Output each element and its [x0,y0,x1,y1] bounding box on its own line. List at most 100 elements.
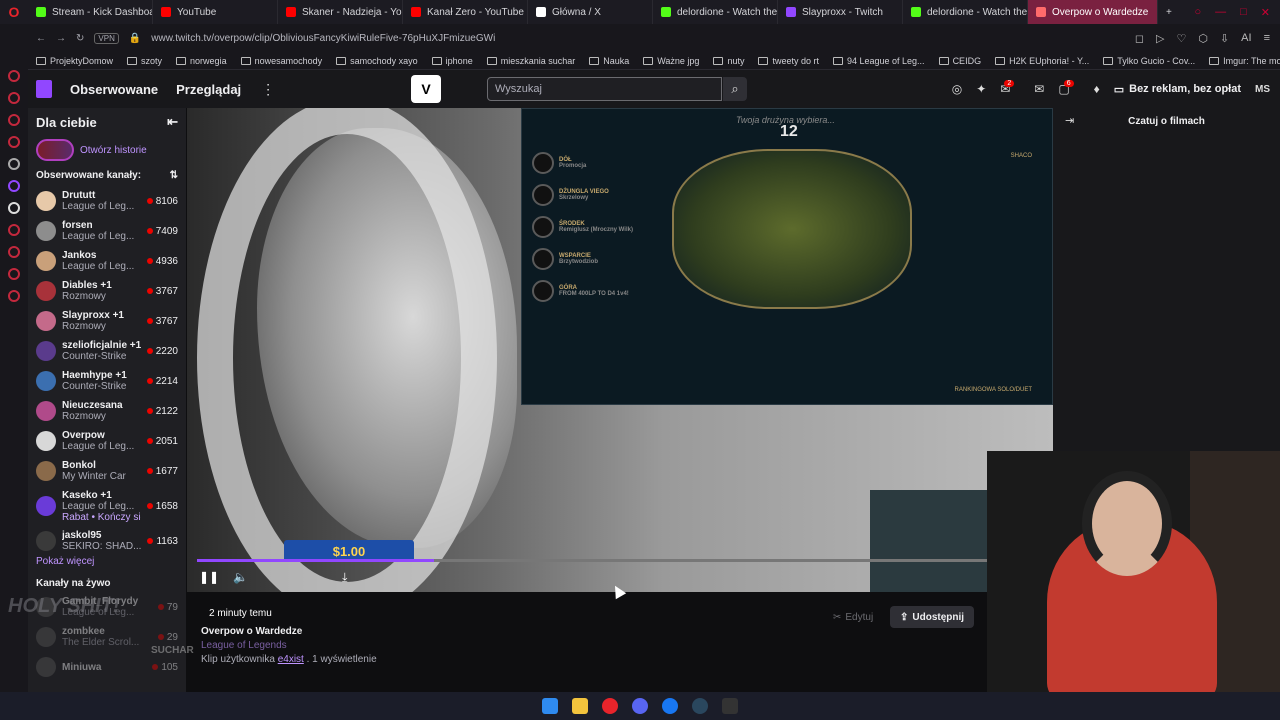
opera-taskbar-icon[interactable] [602,698,618,714]
reload-icon[interactable]: ↻ [76,33,84,44]
browser-tab[interactable]: Overpow o Wardedze [1028,0,1158,24]
sidebar-channel[interactable]: Haemhype +1 Counter-Strike 2214 [28,366,186,396]
show-more-link[interactable]: Pokaż więcej [28,556,186,570]
instagram-icon[interactable] [8,114,20,126]
bookmark-item[interactable]: mieszkania suchar [486,56,575,66]
nav-following[interactable]: Obserwowane [70,82,158,97]
menu-icon[interactable]: ≡ [1264,32,1270,45]
video-player[interactable]: Twoja drużyna wybiera... 12 DÓŁ Promocja D… [187,108,1053,592]
browser-tab[interactable]: Slayproxx - Twitch [778,0,903,24]
opera-logo-icon[interactable]: O [0,0,28,24]
bookmark-item[interactable]: iphone [431,56,473,66]
prime-icon[interactable]: ♦ [1094,82,1100,96]
browser-tab[interactable]: Główna / X [528,0,653,24]
bookmark-item[interactable]: Tylko Gucio - Cov... [1103,56,1195,66]
sidebar-channel[interactable]: Nieuczesana Rozmowy 2122 [28,396,186,426]
sidebar-channel[interactable]: Drututt League of Leg... 8106 [28,186,186,216]
maximize-icon[interactable]: □ [1240,6,1247,19]
bookmark-item[interactable]: ProjektyDomow [36,56,113,66]
ad-free-button[interactable]: ▭ Bez reklam, bez opłat [1114,83,1241,96]
history-icon[interactable] [8,224,20,236]
download-icon[interactable]: ⇩ [1220,32,1229,45]
browser-tab[interactable]: Stream - Kick Dashboard [28,0,153,24]
search-button[interactable]: ⌕ [723,77,747,101]
sidebar-channel[interactable]: Jankos League of Leg... 4936 [28,246,186,276]
new-tab-button[interactable]: + [1158,0,1180,24]
bookmark-item[interactable]: samochody xayo [336,56,418,66]
sidebar-channel[interactable]: jaskol95 SEKIRO: SHAD... 1163 [28,526,186,556]
sidebar-channel[interactable]: Miniuwa 105 [28,652,186,682]
bookmark-item[interactable]: nuty [713,56,744,66]
windows-start-icon[interactable] [542,698,558,714]
settings-icon[interactable] [8,290,20,302]
close-window-icon[interactable]: ✕ [1261,6,1270,19]
bookmark-item[interactable]: 94 League of Leg... [832,56,925,66]
terminal-icon[interactable] [722,698,738,714]
sidebar-channel[interactable]: Diables +1 Rozmowy 3767 [28,276,186,306]
collapse-sidebar-icon[interactable]: ⇤ [167,114,178,130]
nav-browse[interactable]: Przeglądaj [176,82,241,97]
browser-tab[interactable]: delordione - Watch the V [653,0,778,24]
clip-game-link[interactable]: League of Legends [201,640,287,651]
twitch-icon[interactable] [8,180,20,192]
browser-tab[interactable]: delordione - Watch the V [903,0,1028,24]
minimize-icon[interactable]: — [1215,6,1226,19]
inbox-icon[interactable]: ▢6 [1058,80,1079,96]
sidebar-channel[interactable]: Kaseko +1 League of Leg... Rabat • Kończy … [28,486,186,526]
bookmark-item[interactable]: Nauka [589,56,629,66]
bookmark-item[interactable]: szoty [127,56,162,66]
spotify-icon[interactable] [8,136,20,148]
sidebar-channel[interactable]: Overpow League of Leg... 2051 [28,426,186,456]
vpn-badge[interactable]: VPN [94,32,119,44]
twitch-logo-icon[interactable] [36,80,52,98]
more-menu-icon[interactable]: ⋮ [261,81,275,98]
pause-icon[interactable]: ❚❚ [199,570,219,585]
download-clip-icon[interactable]: ⤓ [342,570,347,585]
url-field[interactable]: www.twitch.tv/overpow/clip/ObliviousFanc… [151,33,495,44]
drops-icon[interactable]: ✦ [976,82,986,96]
browser-tab[interactable]: Kanał Zero - YouTube [403,0,528,24]
progress-bar[interactable] [197,559,987,562]
search-tabs-icon[interactable]: ○ [1194,6,1201,19]
messenger-icon[interactable] [8,70,20,82]
clip-author-link[interactable]: e4xist [278,654,304,665]
extensions-icon[interactable]: ⬡ [1198,32,1208,45]
back-icon[interactable]: ← [36,33,46,44]
edit-button[interactable]: ✂ Edytuj [833,608,873,626]
file-explorer-icon[interactable] [572,698,588,714]
sidebar-channel[interactable]: Bonkol My Winter Car 1677 [28,456,186,486]
extension-logo-icon[interactable]: V [411,75,441,103]
activity-icon[interactable]: ◎ [952,82,962,96]
notifications-icon[interactable]: ✉2 [1000,80,1020,96]
bookmark-item[interactable]: tweety do rt [758,56,819,66]
browser-tab[interactable]: YouTube [153,0,278,24]
sidebar-channel[interactable]: szelioficjalnie +1 Counter-Strike 2220 [28,336,186,366]
bookmark-icon[interactable]: ♡ [1176,32,1186,45]
forward-icon[interactable]: → [56,33,66,44]
facebook-icon[interactable] [662,698,678,714]
camera-icon[interactable]: ◻ [1135,32,1144,45]
whatsapp-icon[interactable] [8,92,20,104]
sort-icon[interactable]: ⇅ [170,170,178,181]
bookmark-item[interactable]: H2K EUphoria! - Y... [995,56,1089,66]
bookmark-item[interactable]: norwegia [176,56,227,66]
clock-icon[interactable] [8,268,20,280]
browser-tab[interactable]: Skaner - Nadzieja - YouT [278,0,403,24]
discord-icon[interactable] [632,698,648,714]
chatgpt-icon[interactable] [8,158,20,170]
play-icon[interactable]: ▷ [1156,32,1164,45]
bookmarks-panel-icon[interactable] [8,246,20,258]
bookmark-item[interactable]: nowesamochody [240,56,322,66]
ai-button[interactable]: AI [1241,32,1251,45]
steam-icon[interactable] [692,698,708,714]
sidebar-channel[interactable]: forsen League of Leg... 7409 [28,216,186,246]
search-input[interactable]: Wyszukaj [487,77,722,101]
bookmark-item[interactable]: CEIDG [938,56,981,66]
bookmark-item[interactable]: Ważne jpg [643,56,699,66]
bookmark-item[interactable]: Imgur: The most a... [1209,56,1280,66]
share-button[interactable]: ⇪ Udostępnij [890,606,975,628]
user-avatar[interactable]: MS [1255,84,1270,95]
whispers-icon[interactable]: ✉ [1034,82,1044,96]
x-icon[interactable] [8,202,20,214]
open-stories-button[interactable]: Otwórz historie [28,136,186,164]
